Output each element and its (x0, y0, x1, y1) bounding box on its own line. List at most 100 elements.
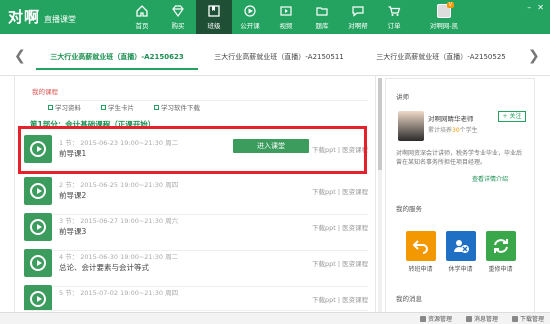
active-tab-indicator (36, 68, 198, 70)
class-tabs-row: ❮ 三大行业高薪就业班（直播）-A2150623 三大行业高薪就业班（直播）-A… (0, 38, 550, 76)
nav-label: 题库 (315, 22, 329, 30)
lesson-meta: 2 节： 2015-06-25 19:00~21:30 周四 (59, 181, 179, 189)
link-software-download[interactable]: 学习软件下载 (154, 101, 200, 113)
play-icon (30, 291, 46, 307)
nav-home[interactable]: 首页 (124, 0, 160, 34)
lesson-meta: 5 节： 2015-07-02 19:00~21:30 周四 (59, 289, 179, 297)
brand-name: 对啊 (8, 8, 41, 26)
services-title: 我的服务 (396, 205, 422, 213)
play-icon (30, 255, 46, 271)
play-icon (30, 183, 46, 199)
class-tab[interactable]: 三大行业高薪就业班（直播）-A2150525 (360, 49, 522, 66)
lesson-name: 总论、会计要素与会计等式 (59, 263, 149, 272)
lesson-meta: 4 节： 2015-06-30 19:00~21:30 周二 (59, 253, 179, 261)
play-button[interactable] (24, 249, 52, 277)
lesson-downloads[interactable]: 下载ppt | 医资课程 (312, 294, 368, 304)
tutor-details-link[interactable]: 查看详情介绍 (472, 174, 508, 183)
lesson-row: 5 节： 2015-07-02 19:00~21:30 周四 下载ppt | 医… (24, 283, 368, 311)
folder-icon (316, 7, 328, 16)
service-label: 休学申请 (448, 266, 473, 273)
nav-help[interactable]: 对啊帮 (340, 0, 376, 34)
message-manager-link[interactable]: 消息管理 (465, 314, 498, 323)
play-button[interactable] (24, 177, 52, 205)
news-title: 我的消息 (396, 295, 422, 303)
play-button[interactable] (24, 285, 52, 310)
minimize-icon[interactable]: – (527, 3, 531, 12)
course-subtabs: 我的课程 (32, 86, 58, 96)
brand-subtitle: 直播课堂 (44, 15, 77, 24)
tutor-title: 讲师 (396, 93, 409, 101)
lesson-row: 4 节： 2015-06-30 19:00~21:30 周二 总论、会计要素与会… (24, 247, 368, 287)
status-bar: 资源管理 消息管理 下载管理 (0, 312, 550, 324)
nav-video[interactable]: 视频 (268, 0, 304, 34)
class-tab[interactable]: 三大行业高薪就业班（直播）-A2150623 (36, 49, 198, 66)
diamond-icon (172, 5, 184, 18)
nav-class[interactable]: 班级 (196, 0, 232, 34)
download-icon (154, 104, 159, 110)
tutor-stat: 累计培养30个学生 (428, 127, 478, 134)
close-icon[interactable]: ✕ (537, 3, 544, 12)
lesson-downloads[interactable]: 下载ppt | 医资课程 (312, 186, 368, 196)
lesson-name: 前导课2 (59, 191, 87, 200)
tutor-photo (398, 111, 424, 141)
card-icon (101, 104, 106, 110)
tabs-next-icon[interactable]: ❯ (528, 48, 540, 64)
nav-label: 对啊帮 (348, 22, 368, 30)
brand-logo: 对啊 直播课堂 (8, 6, 76, 27)
nav-label: 首页 (135, 22, 149, 30)
nav-question-bank[interactable]: 题库 (304, 0, 340, 34)
nav-label: 公开课 (240, 22, 260, 30)
follow-button[interactable]: + 关注 (498, 111, 526, 122)
service-label: 重修申请 (488, 266, 513, 273)
scrollbar-thumb[interactable] (378, 78, 382, 170)
class-icon (208, 5, 220, 17)
resource-icon (419, 315, 426, 322)
tab-my-courses[interactable]: 我的课程 (32, 86, 58, 96)
service-transfer[interactable]: 转班申请 (402, 231, 439, 273)
lesson-downloads[interactable]: 下载ppt | 医资课程 (312, 222, 368, 232)
home-icon (136, 5, 148, 17)
nav-open-class[interactable]: 公开课 (232, 0, 268, 34)
resource-manager-link[interactable]: 资源管理 (419, 314, 452, 323)
lesson-meta: 3 节： 2015-06-27 19:00~21:30 周六 (59, 217, 179, 225)
chat-icon (352, 6, 364, 17)
lesson-downloads[interactable]: 下载ppt | 医资课程 (312, 258, 368, 268)
side-panel: 讲师 对啊网睛华老师 累计培养30个学生 + 关注 对啊网资深会计讲师，税务学专… (385, 78, 535, 316)
refresh-icon (485, 231, 516, 261)
service-suspend[interactable]: 休学申请 (442, 231, 479, 273)
play-button[interactable] (24, 213, 52, 241)
user-name: 对啊网-凯 (429, 22, 459, 30)
class-tabs: 三大行业高薪就业班（直播）-A2150623 三大行业高薪就业班（直播）-A21… (36, 49, 522, 66)
play-icon (30, 219, 46, 235)
nav-orders[interactable]: 订单 (376, 0, 412, 34)
window-controls: – ✕ (527, 3, 544, 12)
lesson-row: 2 节： 2015-06-25 19:00~21:30 周四 前导课2 下载pp… (24, 175, 368, 215)
tutor-name: 对啊网睛华老师 (428, 115, 474, 123)
download-manager-link[interactable]: 下载管理 (511, 314, 544, 323)
materials-icon (48, 104, 53, 110)
link-student-card[interactable]: 学生卡片 (101, 101, 134, 113)
nav-label: 班级 (207, 22, 221, 30)
current-lesson-highlight (18, 126, 367, 174)
broadcast-icon (244, 5, 256, 17)
class-tab[interactable]: 三大行业高薪就业班（直播）-A2150511 (198, 49, 360, 66)
nav-label: 购买 (171, 22, 185, 30)
pause-user-icon (445, 231, 476, 261)
message-icon (465, 315, 472, 322)
cart-icon (388, 6, 401, 16)
link-study-materials[interactable]: 学习资料 (48, 101, 81, 113)
nav-label: 订单 (387, 22, 401, 30)
tabs-prev-icon[interactable]: ❮ (14, 48, 26, 64)
course-scrollbar[interactable] (378, 78, 382, 312)
undo-icon (405, 231, 436, 261)
avatar: V (437, 2, 454, 18)
top-nav-bar: 对啊 直播课堂 首页 购买 班级 公开课 视频 题库 对啊帮 订单 V 对啊网-… (0, 0, 550, 34)
nav-label: 视频 (279, 22, 293, 30)
course-links: 学习资料 学生卡片 学习软件下载 (48, 100, 368, 113)
video-icon (280, 6, 292, 16)
nav-buy[interactable]: 购买 (160, 0, 196, 34)
lesson-row: 3 节： 2015-06-27 19:00~21:30 周六 前导课3 下载pp… (24, 211, 368, 251)
main-nav: 首页 购买 班级 公开课 视频 题库 对啊帮 订单 (124, 0, 412, 34)
user-menu[interactable]: V 对啊网-凯 (418, 0, 470, 34)
service-retake[interactable]: 重修申请 (482, 231, 519, 273)
